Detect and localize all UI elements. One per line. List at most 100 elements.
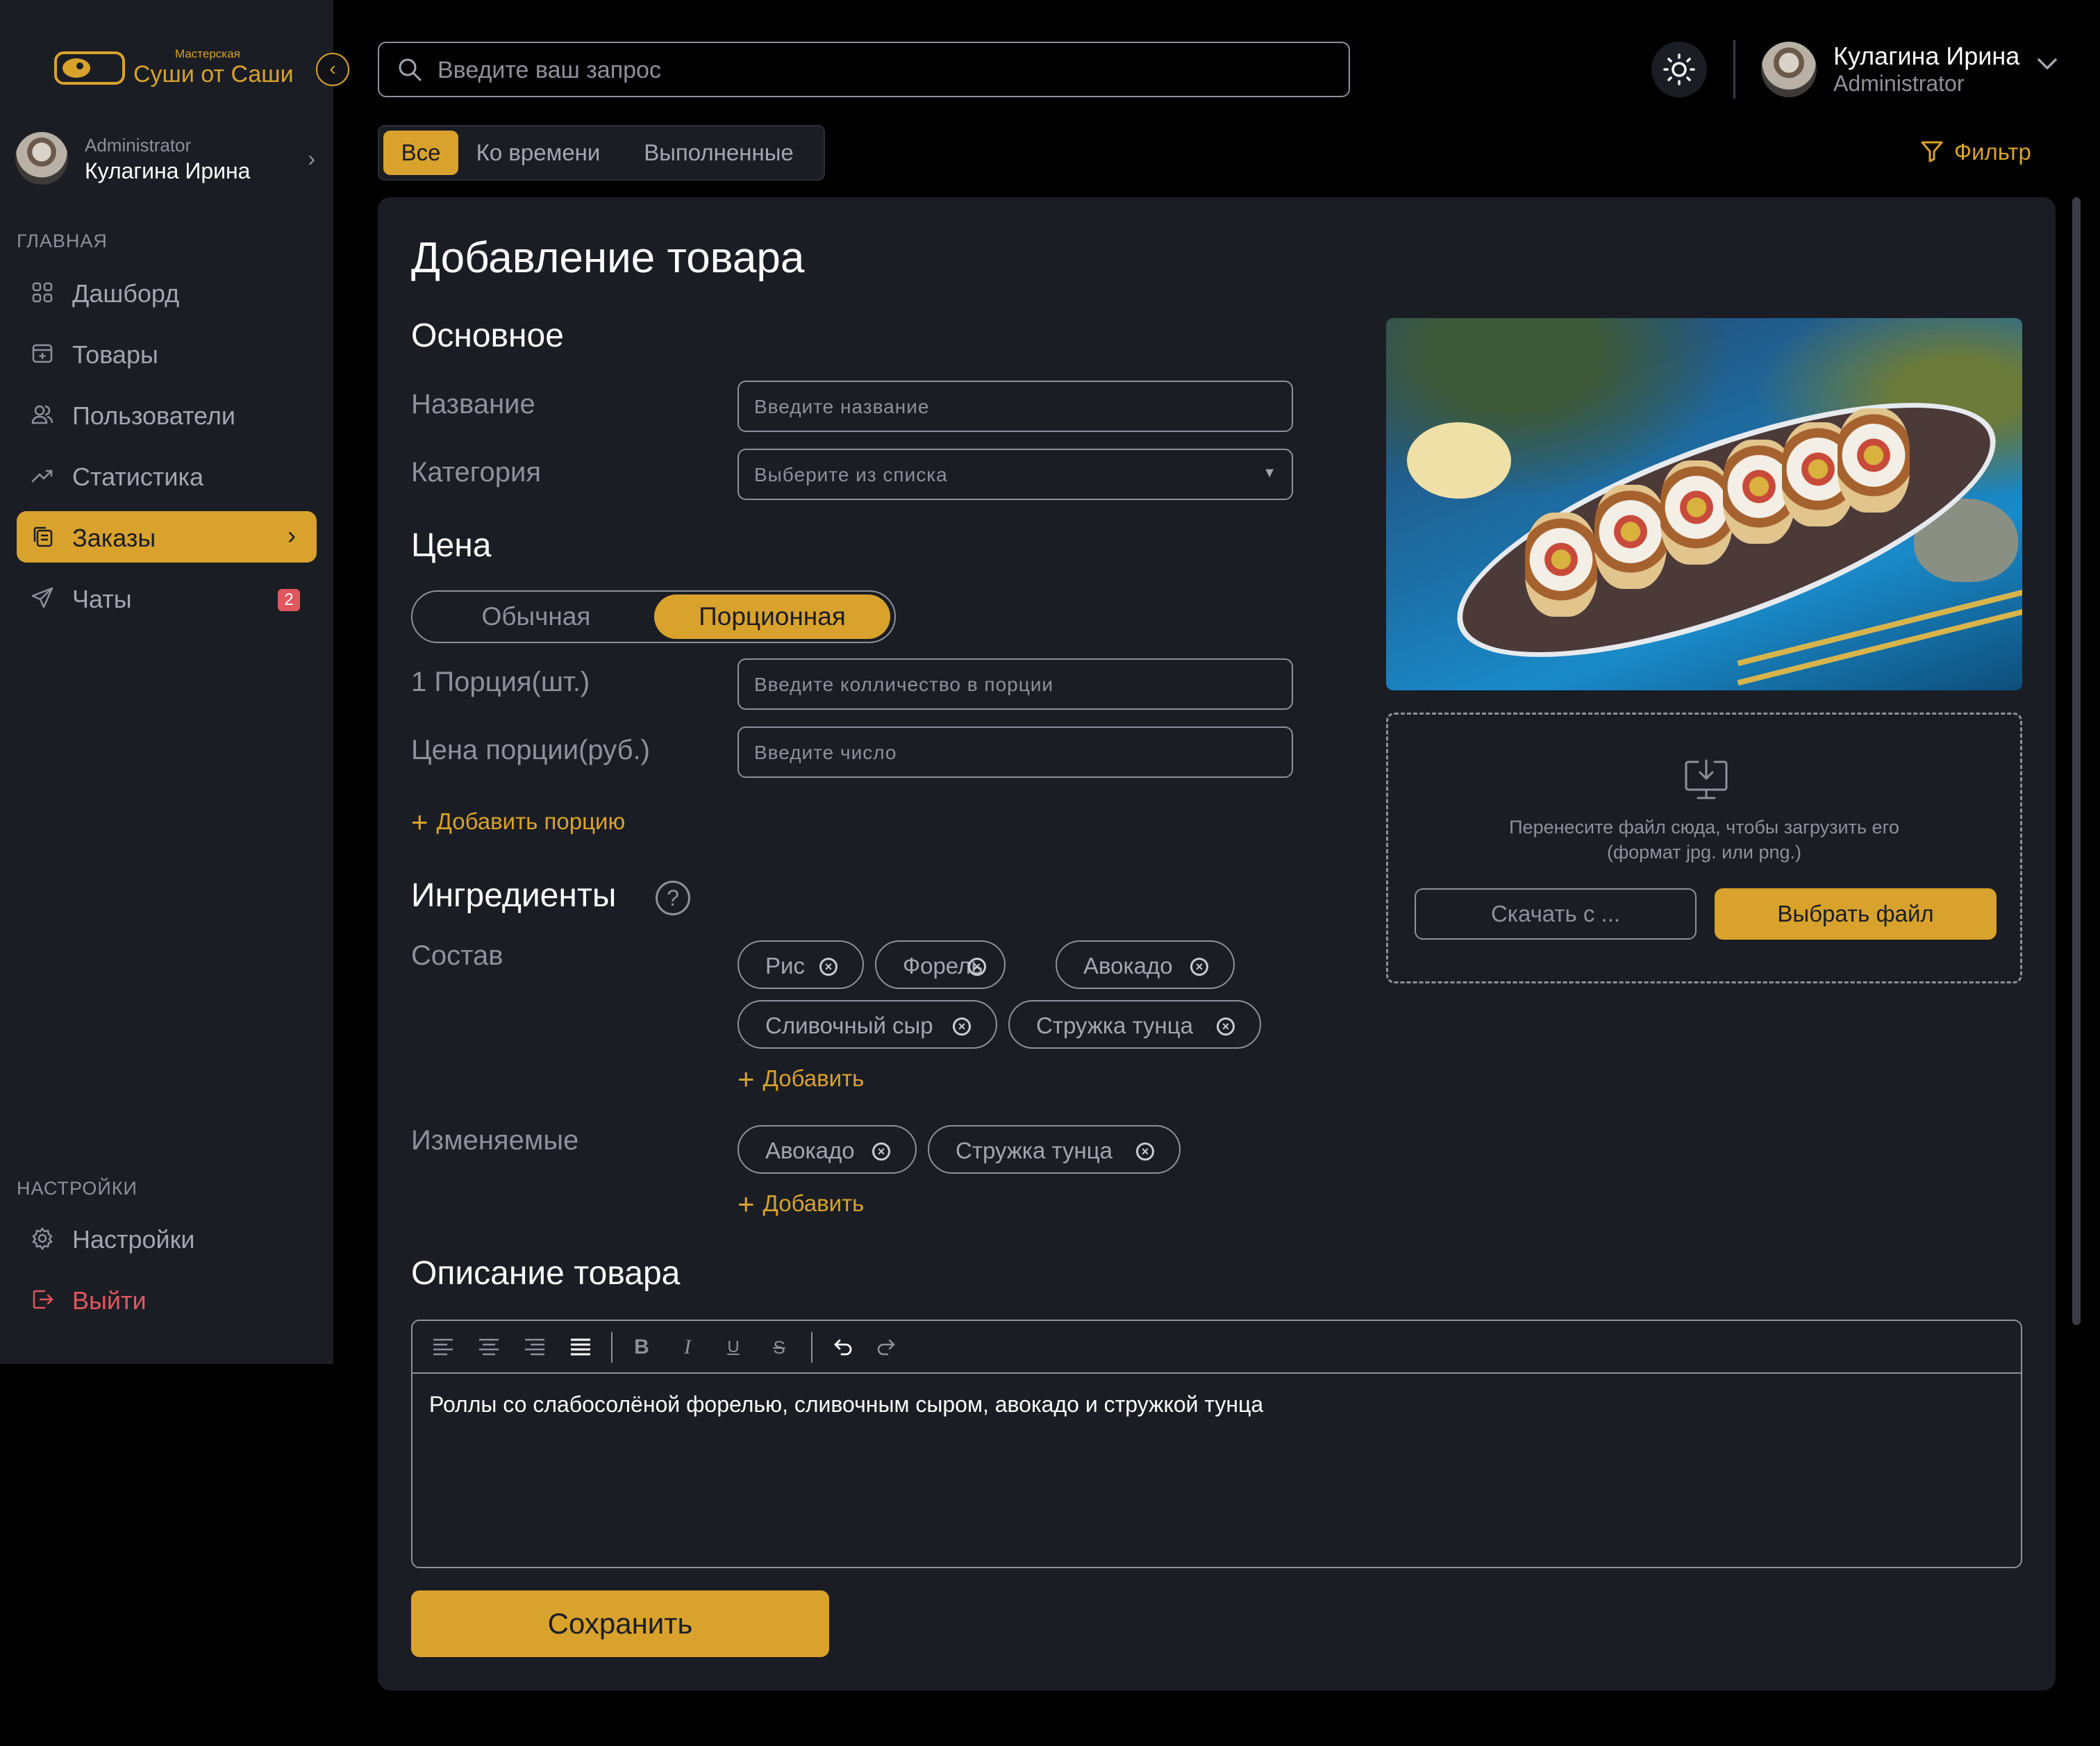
choose-file-button[interactable]: Выбрать файл [1715,888,1997,940]
orders-icon [33,526,53,547]
tab-all[interactable]: Все [383,131,458,175]
editor-toolbar: B I U S [412,1321,2021,1374]
portion-label: 1 Порция(шт.) [411,667,590,697]
photo-chopstick [1737,606,2022,686]
changeable-label: Изменяемые [411,1125,579,1156]
ingredient-chip: Авокадо × [738,1125,917,1174]
dropzone-hint: Перенесите файл сюда, чтобы загрузить ег… [1388,815,2020,865]
photo-roll [1838,408,1910,513]
remove-circle-icon[interactable]: × [1136,1142,1154,1161]
box-plus-icon [32,344,53,363]
category-select[interactable]: Выберите из списка ▼ [738,449,1293,500]
ingredient-chip: Сливочный сыр × [738,1000,997,1049]
remove-circle-icon[interactable]: × [1190,958,1208,976]
redo-icon[interactable] [874,1333,901,1361]
sidebar-item-label: Дашборд [72,279,180,308]
ingredient-chip: Рис × [738,940,864,989]
chevron-right-icon: › [308,146,315,171]
price-mode-portion[interactable]: Порционная [654,595,890,639]
search-icon [399,58,422,81]
strikethrough-icon[interactable]: S [765,1333,793,1361]
name-field[interactable] [738,381,1293,432]
undo-icon[interactable] [828,1333,856,1361]
sidebar-item-label: Заказы [72,524,156,552]
price-mode-toggle: Обычная Порционная [411,590,896,643]
toolbar-divider [611,1332,612,1363]
photo-roll [1594,485,1667,589]
portion-price-field[interactable] [738,726,1293,778]
brand-logo[interactable]: Мастерская Суши от Саши [54,44,496,89]
search-bar[interactable] [378,42,1350,97]
search-input[interactable] [438,53,1326,88]
ingredient-chip: Стружка тунца × [928,1125,1181,1174]
sidebar-item-orders[interactable]: Заказы › [17,511,317,563]
remove-circle-icon[interactable]: × [1217,1017,1235,1036]
save-button[interactable]: Сохранить [411,1590,829,1657]
avatar [1761,42,1817,97]
underline-icon[interactable]: U [719,1333,747,1361]
filter-icon [1921,141,1943,163]
portion-input[interactable] [754,672,1268,697]
product-photo [1386,318,2022,690]
help-icon[interactable]: ? [656,881,690,915]
photo-roll [1660,460,1733,565]
sidebar-item-statistics[interactable]: Статистика [17,450,317,501]
remove-circle-icon[interactable]: × [953,1017,971,1036]
description-text[interactable]: Роллы со слабосолёной форелью, сливочным… [429,1392,1263,1417]
add-changeable-button[interactable]: + Добавить [738,1188,864,1221]
collapse-sidebar-button[interactable]: ‹ [316,53,349,86]
plus-icon: + [738,1188,755,1220]
remove-circle-icon[interactable]: × [968,958,986,976]
ingredient-chip: Стружка тунца × [1008,1000,1261,1049]
tab-completed[interactable]: Выполненные [618,131,819,175]
tab-by-time[interactable]: Ко времени [465,131,611,175]
remove-circle-icon[interactable]: × [872,1142,890,1161]
download-from-button[interactable]: Скачать с ... [1415,888,1697,940]
align-right-icon[interactable] [521,1333,549,1361]
logo-mark-icon [54,51,496,85]
sidebar-user-card[interactable]: Administrator Кулагина Ирина › [15,132,321,188]
align-center-icon[interactable] [475,1333,503,1361]
header-user-menu[interactable]: Кулагина Ирина Administrator [1761,40,2067,103]
scrollbar[interactable] [2072,197,2081,1325]
sidebar-item-label: Пользователи [72,401,235,430]
sidebar-item-logout[interactable]: Выйти [17,1274,317,1325]
sidebar-user-name: Кулагина Ирина [85,158,251,183]
trend-icon [31,469,53,483]
remove-circle-icon[interactable]: × [819,958,838,976]
sidebar-item-label: Выйти [72,1286,147,1315]
sidebar-item-users[interactable]: Пользователи [17,389,317,440]
description-editor: B I U S Роллы со слабосолёной форелью, с… [411,1320,2022,1568]
plus-icon: + [738,1063,755,1095]
theme-toggle-button[interactable] [1651,42,1707,97]
users-icon [31,405,53,424]
dropzone-hint-line1: Перенесите файл сюда, чтобы загрузить ег… [1509,817,1899,838]
header-divider [1733,40,1735,99]
add-portion-label: Добавить порцию [436,808,626,834]
price-mode-regular[interactable]: Обычная [418,595,654,639]
italic-icon[interactable]: I [674,1333,701,1361]
category-select-value: Выберите из списка [754,464,948,485]
name-input[interactable] [754,394,1268,419]
add-composition-button[interactable]: + Добавить [738,1063,864,1096]
chip-label: Стружка тунца [956,1138,1113,1163]
file-dropzone[interactable]: Перенесите файл сюда, чтобы загрузить ег… [1386,713,2022,983]
portion-price-input[interactable] [754,740,1268,765]
align-justify-icon[interactable] [567,1333,594,1361]
align-left-icon[interactable] [429,1333,457,1361]
add-portion-button[interactable]: + Добавить порцию [411,806,625,839]
sidebar-item-chats[interactable]: Чаты 2 [17,572,317,624]
sidebar-item-settings[interactable]: Настройки [17,1213,317,1264]
bold-icon[interactable]: B [628,1333,656,1361]
sidebar-item-dashboard[interactable]: Дашборд [17,267,317,318]
portion-field[interactable] [738,658,1293,710]
header-user-role: Administrator [1833,71,1965,96]
sidebar-item-label: Настройки [72,1225,195,1254]
sidebar: Мастерская Суши от Саши Administrator Ку… [0,0,496,1364]
name-label: Название [411,389,535,419]
sidebar-item-products[interactable]: Товары [17,328,317,379]
photo-ginger [1407,422,1511,499]
sidebar-item-label: Товары [72,340,158,369]
ingredient-chip: Форель × [875,940,1006,989]
add-label: Добавить [762,1065,865,1091]
